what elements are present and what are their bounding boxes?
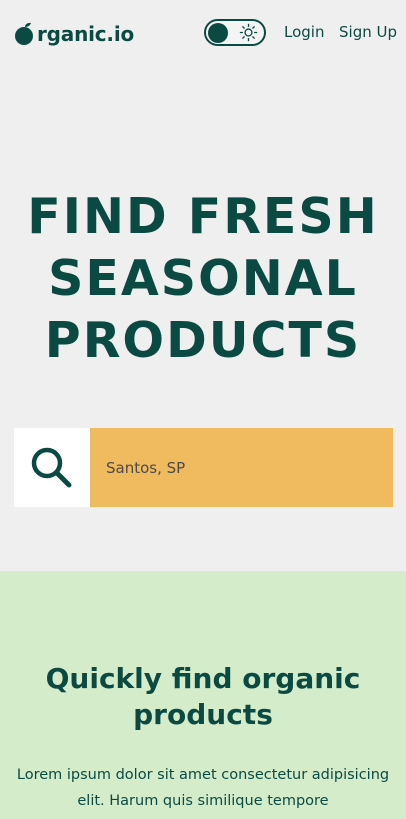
toggle-knob [208, 22, 228, 43]
login-link[interactable]: Login [284, 23, 324, 41]
search-icon [31, 447, 72, 487]
theme-toggle[interactable] [204, 19, 266, 46]
feature-section: Quickly find organic products Lorem ipsu… [0, 571, 406, 819]
location-search-input[interactable] [90, 428, 393, 507]
hero-title: FIND FRESH SEASONAL PRODUCTS [27, 188, 379, 369]
search-icon-container[interactable] [14, 428, 90, 507]
feature-description: Lorem ipsum dolor sit amet consectetur a… [16, 767, 390, 809]
location-search [14, 428, 393, 507]
brand-name: rganic.io [37, 22, 135, 46]
apple-icon [15, 22, 33, 45]
sun-icon [239, 23, 258, 42]
brand-logo[interactable]: rganic.io [14, 20, 134, 48]
signup-link[interactable]: Sign Up [339, 23, 397, 41]
feature-title: Quickly find organic products [45, 662, 361, 731]
top-navigation: rganic.io Login Sign Up [0, 0, 406, 68]
